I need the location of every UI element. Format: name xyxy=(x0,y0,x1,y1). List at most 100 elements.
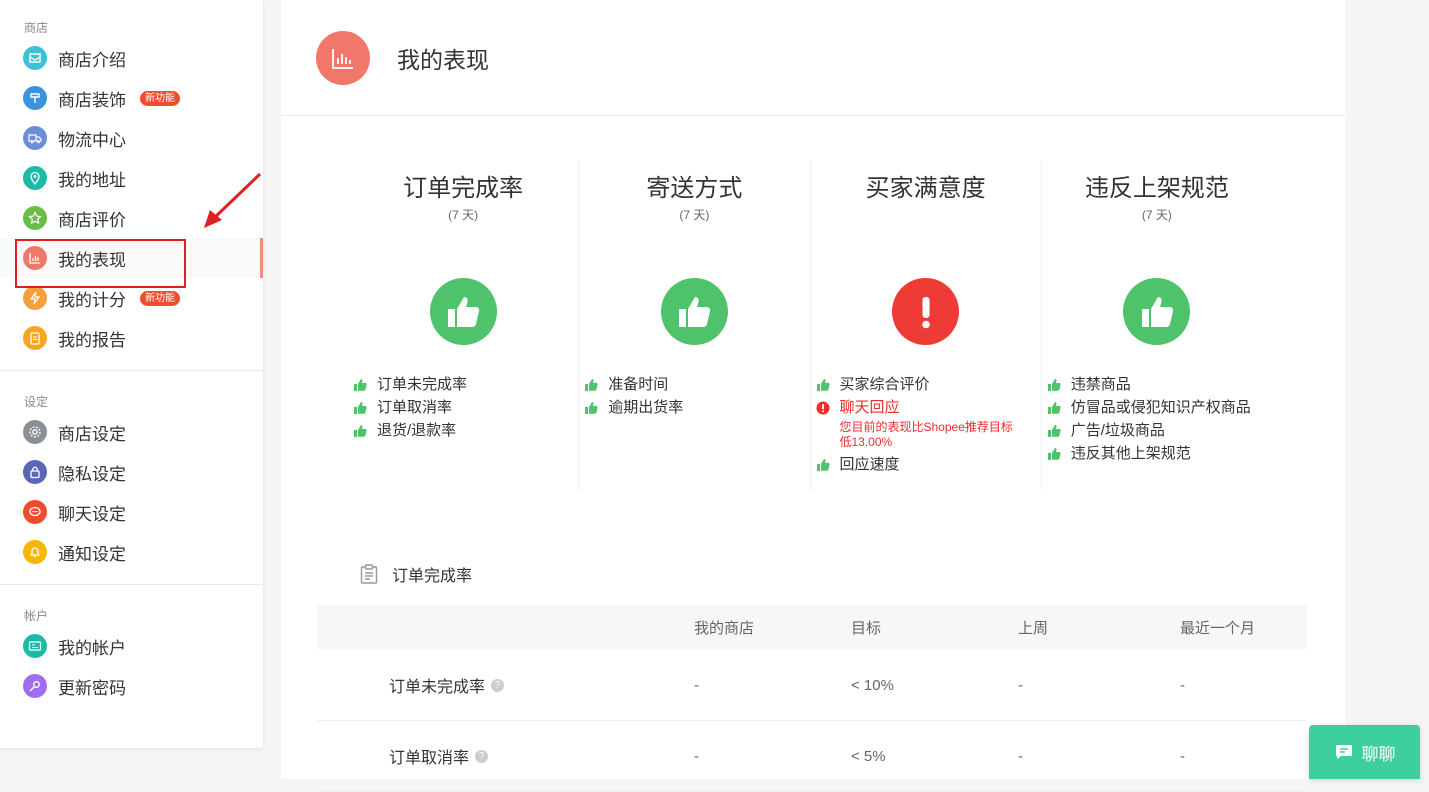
help-icon[interactable]: ? xyxy=(491,678,505,692)
metric-item-label: 回应速度 xyxy=(839,456,900,473)
metric-period xyxy=(811,206,1041,222)
truck-icon xyxy=(23,126,47,150)
column-header-my-store: 我的商店 xyxy=(694,620,755,637)
metric-item-list: 买家综合评价 聊天回应 您目前的表现比Shopee推荐目标低13.00% 回应速… xyxy=(816,376,1021,479)
sidebar-item-label: 聊天设定 xyxy=(58,504,126,524)
thumbs-up-icon xyxy=(1047,445,1071,461)
lightning-icon xyxy=(23,286,47,310)
metric-item-label: 订单取消率 xyxy=(377,399,453,416)
section-title: 订单完成率 xyxy=(392,568,473,585)
sidebar-item-label: 隐私设定 xyxy=(58,464,126,484)
metric-item-label: 退货/退款率 xyxy=(377,422,457,439)
sidebar-item-label: 物流中心 xyxy=(58,130,126,150)
sidebar-item-clipboard[interactable]: 我的报告 xyxy=(0,318,263,358)
sidebar: 商店 商店介绍 商店装饰 新功能 物流中心 我的地址 商店评价 我的表现 我的计… xyxy=(0,0,263,748)
metric-title: 订单完成率 xyxy=(403,175,524,202)
list-item: 逾期出货率 xyxy=(584,399,789,416)
metric-item-list: 违禁商品 仿冒品或侵犯知识产权商品 广告/垃圾商品 违反其他上架规范 xyxy=(1047,376,1252,468)
sidebar-item-label: 商店设定 xyxy=(58,424,126,444)
thumbs-up-icon xyxy=(1047,376,1071,392)
metric-item-label: 订单未完成率 xyxy=(377,376,468,393)
list-item: 退货/退款率 xyxy=(353,422,558,439)
table-header: 我的商店 目标 上周 最近一个月 xyxy=(317,605,1307,650)
sidebar-item-gear[interactable]: 商店设定 xyxy=(0,412,263,452)
sidebar-item-id-card[interactable]: 我的帐户 xyxy=(0,626,263,666)
exclamation-icon xyxy=(892,278,960,345)
sidebar-item-key[interactable]: 更新密码 xyxy=(0,666,263,706)
sidebar-item-label: 商店介绍 xyxy=(58,50,126,70)
metric-title: 寄送方式 xyxy=(646,175,743,202)
column-header-target: 目标 xyxy=(851,620,882,637)
key-icon xyxy=(23,674,47,698)
list-item: 买家综合评价 xyxy=(816,376,1021,393)
bar-chart-icon xyxy=(316,30,370,85)
chat-button[interactable]: 聊聊 xyxy=(1309,725,1420,779)
thumbs-up-icon xyxy=(1047,399,1071,415)
cell-my-store: - xyxy=(694,676,699,694)
warning-icon xyxy=(816,399,840,415)
metric-card[interactable]: 违反上架规范 (7 天) 违禁商品 仿冒品或侵犯知识产权商品 广告/垃圾商品 违… xyxy=(1040,160,1272,490)
chat-bubble-icon xyxy=(1335,745,1352,759)
metrics-overview: 订单完成率 (7 天) 订单未完成率 订单取消率 退货/退款率 寄送方式 (7 … xyxy=(348,160,1272,490)
cell-last-month: - xyxy=(1180,747,1185,765)
thumbs-up-icon xyxy=(660,278,728,345)
column-header-last-week: 上周 xyxy=(1018,620,1049,637)
cell-last-week: - xyxy=(1018,747,1023,765)
section-header: 订单完成率 xyxy=(360,562,472,586)
cell-last-month: - xyxy=(1180,676,1185,694)
brush-icon xyxy=(23,86,47,110)
performance-table: 我的商店 目标 上周 最近一个月 订单未完成率? - < 10% - - 订单取… xyxy=(317,605,1307,792)
thumbs-up-icon xyxy=(429,278,497,345)
row-label: 订单未完成率? xyxy=(317,673,652,697)
list-item: 违禁商品 xyxy=(1047,376,1252,393)
sidebar-item-label: 我的表现 xyxy=(58,250,126,270)
thumbs-up-icon xyxy=(1047,422,1071,438)
metric-card[interactable]: 订单完成率 (7 天) 订单未完成率 订单取消率 退货/退款率 xyxy=(348,160,578,490)
metric-item-label: 聊天回应 xyxy=(839,399,900,416)
sidebar-item-label: 更新密码 xyxy=(58,678,126,698)
cell-target: < 10% xyxy=(851,676,894,694)
sidebar-group-title: 商店 xyxy=(24,21,49,35)
sidebar-item-label: 我的地址 xyxy=(58,170,126,190)
sidebar-item-bell[interactable]: 通知设定 xyxy=(0,532,263,572)
clipboard-icon xyxy=(23,326,47,350)
page-header: 我的表现 xyxy=(281,0,1345,116)
sidebar-item-label: 我的计分 xyxy=(58,290,126,310)
annotation-arrow-icon xyxy=(204,172,262,228)
storefront-icon xyxy=(23,46,47,70)
list-item: 违反其他上架规范 xyxy=(1047,445,1252,462)
sidebar-item-lightning[interactable]: 我的计分 新功能 xyxy=(0,278,263,318)
sidebar-item-label: 我的报告 xyxy=(58,330,126,350)
row-label: 订单取消率? xyxy=(317,744,652,768)
sidebar-item-bar-chart[interactable]: 我的表现 xyxy=(0,238,263,278)
cell-target: < 5% xyxy=(851,747,886,765)
id-card-icon xyxy=(23,634,47,658)
metric-card[interactable]: 寄送方式 (7 天) 准备时间 逾期出货率 xyxy=(578,160,809,490)
sidebar-group-title: 帐户 xyxy=(24,609,49,623)
help-icon[interactable]: ? xyxy=(475,749,489,763)
metric-item-label: 广告/垃圾商品 xyxy=(1070,422,1165,439)
thumbs-up-icon xyxy=(353,376,377,392)
metric-card[interactable]: 买家满意度 买家综合评价 聊天回应 您目前的表现比Shopee推荐目标低13.0… xyxy=(809,160,1041,490)
metric-period: (7 天) xyxy=(448,208,479,222)
thumbs-up-icon xyxy=(584,399,608,415)
main-content: 我的表现 订单完成率 (7 天) 订单未完成率 订单取消率 退货/退款率 寄送方… xyxy=(281,0,1345,792)
list-item: 回应速度 xyxy=(816,456,1021,473)
list-item: 订单未完成率 xyxy=(353,376,558,393)
sidebar-item-brush[interactable]: 商店装饰 新功能 xyxy=(0,78,263,118)
metric-item-label: 仿冒品或侵犯知识产权商品 xyxy=(1070,399,1251,416)
sidebar-item-label: 商店装饰 xyxy=(58,90,126,110)
thumbs-up-icon xyxy=(816,376,840,392)
page-title: 我的表现 xyxy=(397,46,489,73)
cell-last-week: - xyxy=(1018,676,1023,694)
sidebar-item-truck[interactable]: 物流中心 xyxy=(0,118,263,158)
gear-icon xyxy=(23,420,47,444)
new-feature-badge: 新功能 xyxy=(140,290,180,306)
thumbs-up-icon xyxy=(584,376,608,392)
metric-item-label: 违禁商品 xyxy=(1070,376,1131,393)
sidebar-item-storefront[interactable]: 商店介绍 xyxy=(0,38,263,78)
sidebar-item-lock[interactable]: 隐私设定 xyxy=(0,452,263,492)
bell-icon xyxy=(23,540,47,564)
sidebar-item-label: 我的帐户 xyxy=(58,638,126,658)
sidebar-item-chat[interactable]: 聊天设定 xyxy=(0,492,263,532)
